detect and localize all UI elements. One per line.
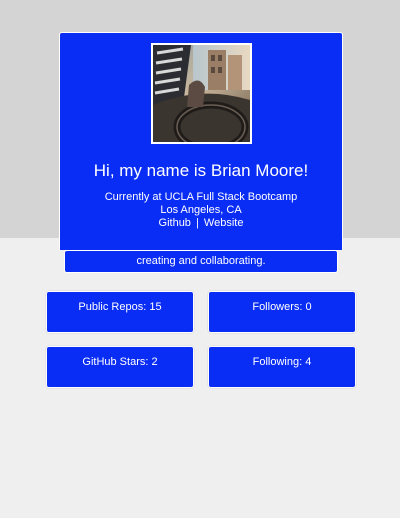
- profile-info: Currently at UCLA Full Stack Bootcamp Lo…: [60, 191, 342, 230]
- avatar-photo: [153, 45, 250, 142]
- link-separator: |: [196, 217, 199, 229]
- followers-label: Followers: 0: [252, 301, 312, 313]
- bio-card: creating and collaborating.: [64, 250, 338, 273]
- public-repos-label: Public Repos: 15: [78, 301, 162, 313]
- current-position: Currently at UCLA Full Stack Bootcamp: [104, 191, 298, 203]
- profile-card: Hi, my name is Brian Moore! Currently at…: [59, 32, 343, 250]
- following-label: Following: 4: [252, 356, 312, 368]
- github-link[interactable]: Github: [159, 217, 191, 229]
- greeting-heading: Hi, my name is Brian Moore!: [93, 161, 309, 180]
- following-card: Following: 4: [208, 346, 356, 388]
- location: Los Angeles, CA: [160, 204, 242, 216]
- github-stars-card: GitHub Stars: 2: [46, 346, 194, 388]
- followers-card: Followers: 0: [208, 291, 356, 333]
- website-link[interactable]: Website: [204, 217, 244, 229]
- avatar: [151, 43, 252, 144]
- profile-links: Github | Website: [60, 217, 342, 230]
- github-stars-label: GitHub Stars: 2: [82, 356, 158, 368]
- public-repos-card: Public Repos: 15: [46, 291, 194, 333]
